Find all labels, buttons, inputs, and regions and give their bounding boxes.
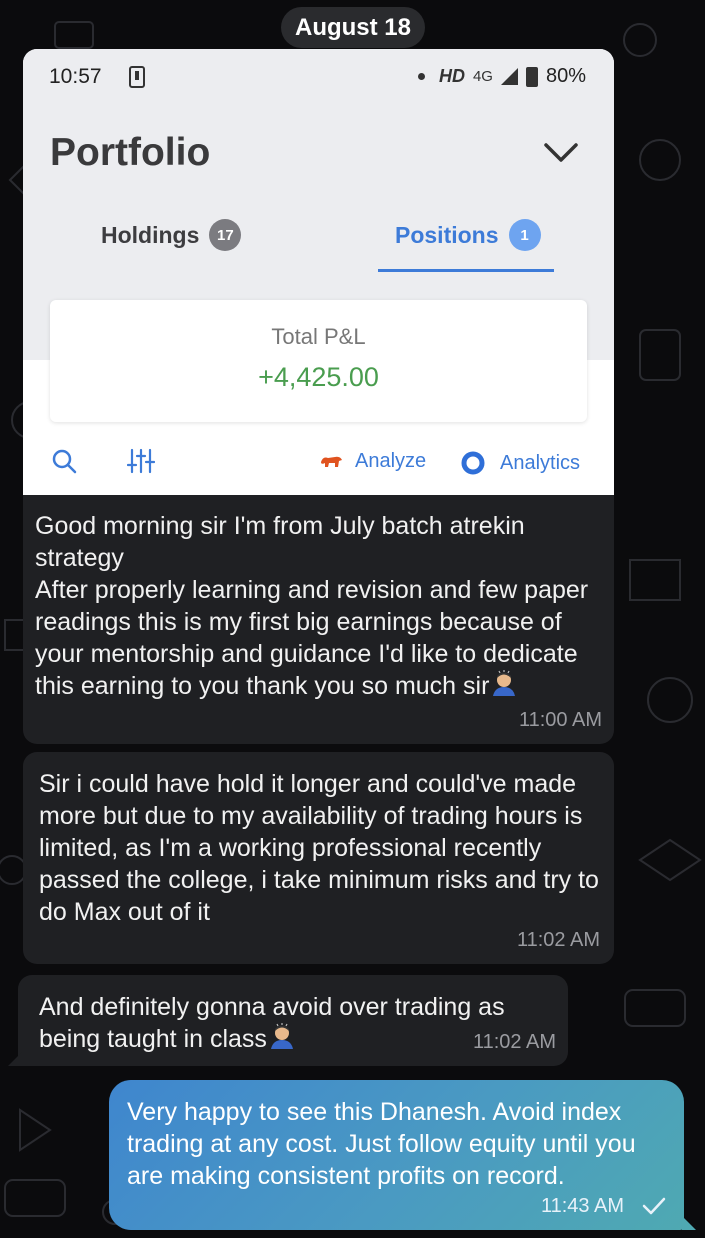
message-text: Sir i could have hold it longer and coul… (39, 770, 606, 926)
tab-positions[interactable]: Positions 1 (395, 219, 541, 251)
search-icon[interactable] (51, 448, 77, 474)
holdings-count-badge: 17 (209, 219, 242, 251)
message-time: 11:43 AM (540, 1195, 624, 1217)
tab-holdings-label: Holdings (101, 221, 200, 248)
pnl-label: Total P&L (271, 324, 366, 349)
message-time: 11:02 AM (516, 929, 600, 951)
status-time: 10:57 (49, 65, 102, 88)
hd-indicator: HD (438, 66, 465, 86)
analytics-label: Analytics (500, 451, 581, 474)
message-text: Very happy to see this Dhanesh. Avoid in… (127, 1098, 643, 1190)
analytics-ring-icon (461, 451, 485, 475)
pnl-card: Total P&L +4,425.00 (50, 300, 587, 422)
notification-dot-icon (417, 73, 425, 80)
photo-message[interactable]: 10:57 HD 4G 80% Portfolio Holdings 17 Po… (23, 49, 614, 495)
download-icon (129, 66, 145, 88)
positions-toolbar: Analyze Analytics (23, 444, 614, 484)
incoming-message[interactable]: Good morning sir I'm from July batch atr… (23, 495, 614, 744)
bubble-tail (682, 1216, 696, 1230)
analyze-button[interactable]: Analyze (319, 450, 426, 473)
analytics-button[interactable]: Analytics (460, 450, 580, 476)
analyze-bull-icon (321, 456, 342, 467)
pnl-value: +4,425.00 (258, 362, 379, 392)
analyze-label: Analyze (355, 450, 427, 472)
outgoing-message[interactable]: Very happy to see this Dhanesh. Avoid in… (109, 1080, 684, 1230)
tab-holdings[interactable]: Holdings 17 (101, 219, 242, 251)
date-separator: August 18 (281, 7, 425, 48)
message-time: 11:00 AM (518, 709, 602, 731)
page-title: Portfolio (50, 131, 211, 174)
incoming-message[interactable]: And definitely gonna avoid over trading … (18, 975, 568, 1066)
phone-status-bar: 10:57 HD 4G 80% (23, 49, 614, 105)
positions-count-badge: 1 (508, 219, 541, 251)
active-tab-indicator (378, 269, 554, 272)
status-right: HD 4G 80% (417, 65, 586, 88)
incoming-message[interactable]: Sir i could have hold it longer and coul… (23, 752, 614, 964)
chat-screen: { "date_separator": "August 18", "screen… (0, 0, 705, 1238)
bubble-tail (8, 1052, 22, 1066)
battery-icon (525, 66, 538, 87)
network-type: 4G (472, 68, 493, 85)
sent-check-icon (642, 1197, 666, 1215)
tab-positions-label: Positions (395, 221, 499, 248)
filter-sliders-icon[interactable] (127, 447, 155, 475)
battery-percent: 80% (545, 65, 586, 87)
bowing-person-emoji (493, 670, 516, 696)
signal-icon (500, 68, 518, 85)
bowing-person-emoji (270, 1023, 293, 1049)
message-time: 11:02 AM (472, 1031, 556, 1053)
chevron-down-icon[interactable] (543, 135, 579, 171)
message-meta: 11:43 AM (541, 1190, 666, 1222)
